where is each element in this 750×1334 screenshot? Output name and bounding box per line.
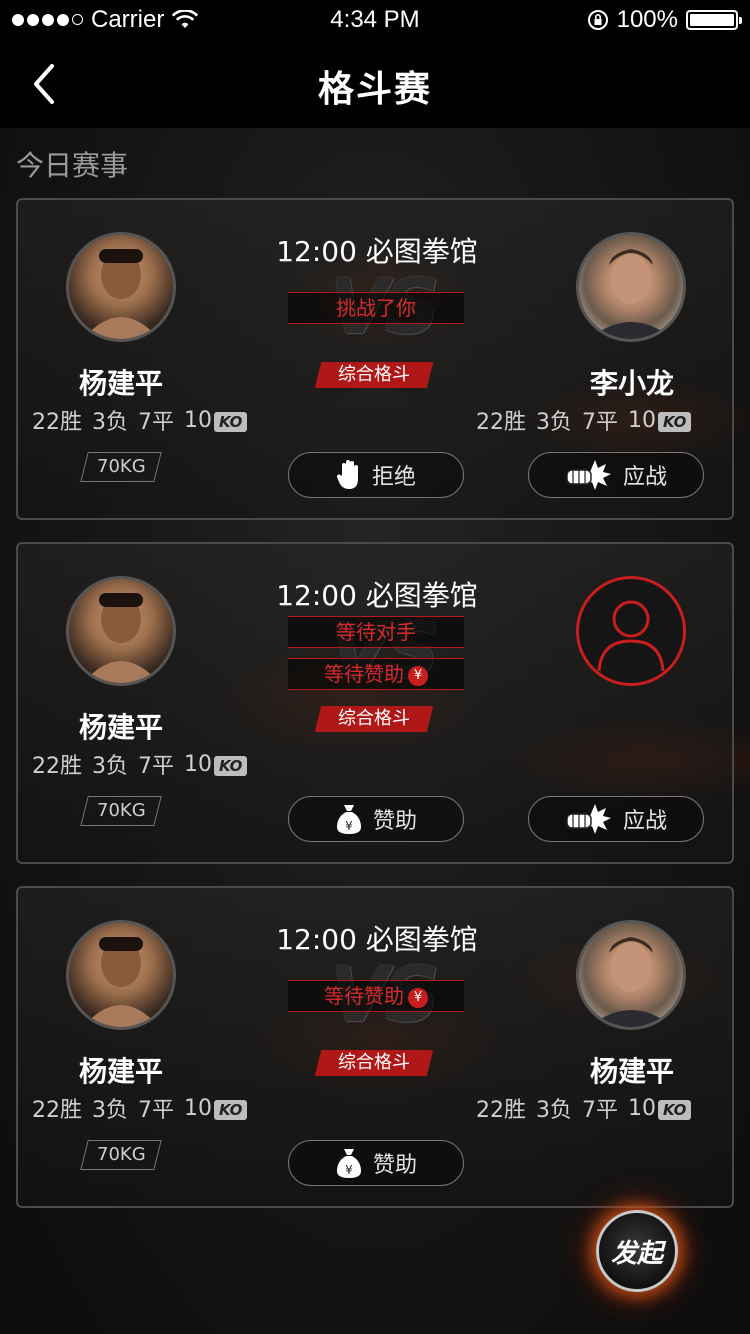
ko-badge: KO: [214, 755, 248, 776]
reject-button[interactable]: 拒绝: [288, 452, 464, 498]
fighter-avatar-left[interactable]: [66, 576, 176, 686]
draws: 7平: [582, 410, 618, 435]
accept-button-label: 应战: [622, 809, 667, 834]
fighter-name-left: 杨建平: [78, 711, 163, 744]
weight-badge: 70KG: [80, 1140, 162, 1170]
ko-badge: KO: [214, 411, 248, 432]
battery-percent: 100%: [616, 6, 678, 33]
ko-count: 10: [628, 407, 656, 433]
match-type-tag: 综合格斗: [314, 706, 434, 732]
fighter-record-right: 22胜 3负 7平 10 KO: [476, 1092, 692, 1124]
fighter-record-left: 22胜 3负 7平 10 KO: [32, 748, 248, 780]
yuan-coin-icon: ¥: [408, 665, 428, 686]
accept-button-label: 应战: [622, 465, 667, 490]
ko-badge: KO: [658, 1099, 692, 1120]
wins: 22胜: [32, 410, 82, 435]
fighter-avatar-right[interactable]: [576, 920, 686, 1030]
match-type-label: 综合格斗: [338, 708, 410, 729]
ko-count: 10: [628, 1095, 656, 1121]
user-placeholder-icon: [597, 600, 665, 672]
draws: 7平: [138, 410, 174, 435]
hand-stop-icon: [336, 460, 358, 489]
sponsor-button[interactable]: ¥ 赞助: [288, 796, 464, 842]
reject-button-label: 拒绝: [371, 465, 416, 490]
ko-badge: KO: [214, 1099, 248, 1120]
battery-icon: [686, 10, 742, 30]
fighter-avatar-left[interactable]: [66, 920, 176, 1030]
page-title: 格斗赛: [317, 69, 432, 110]
match-type-tag: 综合格斗: [314, 362, 434, 388]
fighter-name-left: 杨建平: [78, 1055, 163, 1088]
losses: 3负: [92, 754, 128, 779]
nav-bar: 格斗赛: [0, 40, 750, 128]
money-bag-icon: ¥: [336, 1149, 361, 1178]
fighter-name-right: 杨建平: [589, 1055, 674, 1088]
fighter-record-left: 22胜 3负 7平 10 KO: [32, 1092, 248, 1124]
match-card[interactable]: 12:00 必图拳馆 VS 挑战了你 综合格斗 杨建平 22胜 3负 7平 10…: [16, 198, 734, 520]
fighter-record-left: 22胜 3负 7平 10 KO: [32, 404, 248, 436]
punch-icon: [566, 460, 611, 490]
ko-count: 10: [184, 407, 212, 433]
match-card[interactable]: 12:00 必图拳馆 VS 等待赞助¥ 综合格斗 杨建平 22胜 3负 7平 1…: [16, 886, 734, 1208]
svg-text:¥: ¥: [345, 1163, 353, 1177]
sponsor-button-label: 赞助: [372, 809, 417, 834]
wins: 22胜: [32, 754, 82, 779]
fighter-avatar-left[interactable]: [66, 232, 176, 342]
losses: 3负: [536, 1098, 572, 1123]
draws: 7平: [138, 1098, 174, 1123]
punch-icon: [566, 804, 611, 834]
status-banner: 等待赞助 ¥: [288, 658, 464, 690]
yuan-coin-icon: ¥: [408, 987, 428, 1008]
match-type-tag: 综合格斗: [314, 1050, 434, 1076]
losses: 3负: [536, 410, 572, 435]
draws: 7平: [582, 1098, 618, 1123]
empty-opponent-avatar[interactable]: [576, 576, 686, 686]
ko-count: 10: [184, 1095, 212, 1121]
draws: 7平: [138, 754, 174, 779]
match-type-label: 综合格斗: [338, 1052, 410, 1073]
launch-match-label: 发起: [610, 1238, 663, 1269]
status-banner: 等待对手: [288, 616, 464, 648]
match-type-label: 综合格斗: [338, 364, 410, 385]
launch-match-button[interactable]: 发起: [596, 1210, 678, 1292]
ko-count: 10: [184, 751, 212, 777]
sponsor-button[interactable]: ¥ 赞助: [288, 1140, 464, 1186]
status-bar: Carrier 4:34 PM 100%: [0, 0, 750, 40]
wins: 22胜: [476, 410, 526, 435]
money-bag-icon: ¥: [336, 805, 361, 834]
accept-challenge-button[interactable]: 应战: [528, 796, 704, 842]
status-banner: 等待赞助 ¥: [288, 980, 464, 1012]
ko-badge: KO: [658, 411, 692, 432]
fighter-record-right: 22胜 3负 7平 10 KO: [476, 404, 692, 436]
fighter-avatar-right[interactable]: [576, 232, 686, 342]
fighter-name-right: 李小龙: [589, 367, 674, 400]
status-banner: 挑战了你: [288, 292, 464, 324]
weight-badge: 70KG: [80, 452, 162, 482]
rotation-lock-icon: [587, 10, 608, 30]
match-card[interactable]: 12:00 必图拳馆 VS 等待对手 等待赞助 ¥ 综合格斗 杨建平 22胜 3负…: [16, 542, 734, 864]
weight-badge: 70KG: [80, 796, 162, 826]
fighter-name-left: 杨建平: [78, 367, 163, 400]
wins: 22胜: [32, 1098, 82, 1123]
accept-challenge-button[interactable]: 应战: [528, 452, 704, 498]
wins: 22胜: [476, 1098, 526, 1123]
losses: 3负: [92, 1098, 128, 1123]
sponsor-button-label: 赞助: [372, 1153, 417, 1178]
svg-text:¥: ¥: [345, 819, 353, 833]
losses: 3负: [92, 410, 128, 435]
section-title: 今日赛事: [16, 149, 129, 182]
